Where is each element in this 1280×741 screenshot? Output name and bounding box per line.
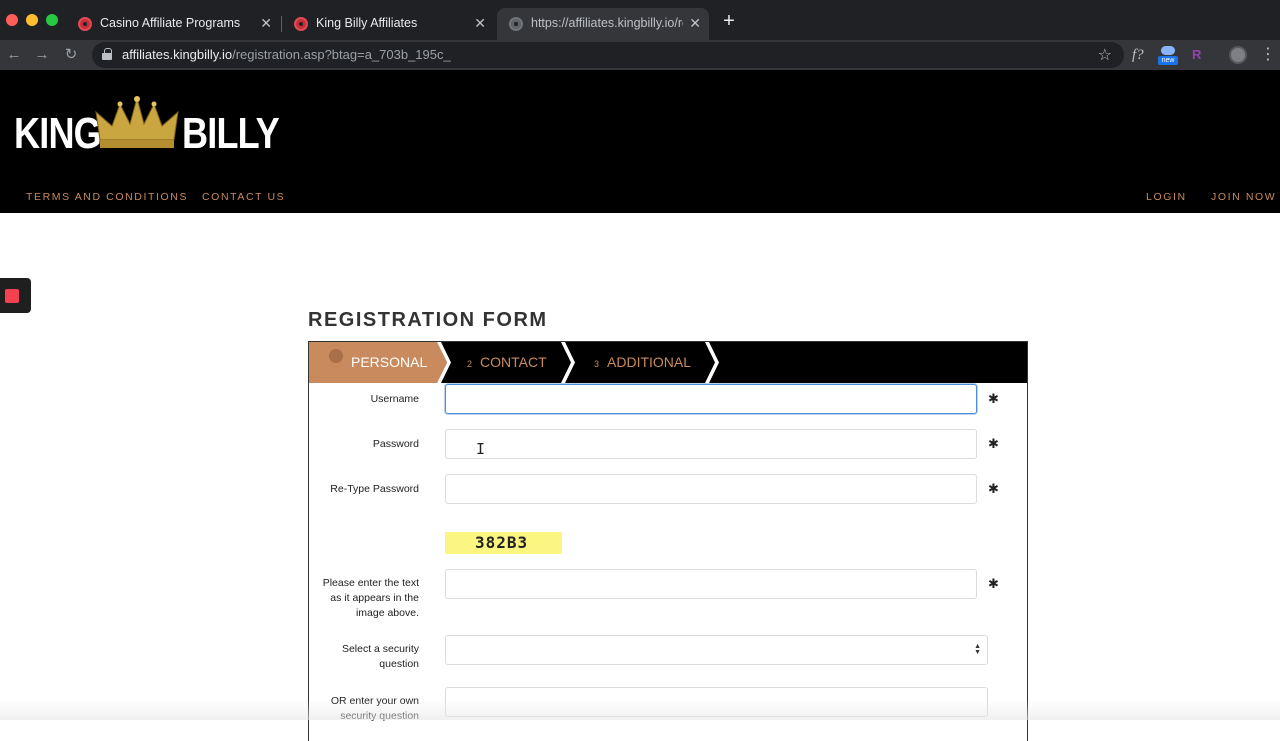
logo-text-king: KING bbox=[14, 109, 102, 158]
text-cursor-icon: I bbox=[476, 440, 486, 458]
step-contact[interactable]: 2 CONTACT bbox=[467, 342, 547, 383]
cloud-extension-icon[interactable]: new bbox=[1158, 44, 1180, 66]
step-label: PERSONAL bbox=[351, 354, 428, 370]
chevron-right-icon bbox=[561, 342, 575, 383]
profile-avatar[interactable] bbox=[1229, 46, 1247, 64]
select-arrows-icon: ▲ ▼ bbox=[974, 643, 981, 656]
captcha-image: 382B3 bbox=[445, 532, 562, 554]
close-tab-icon[interactable]: ✕ bbox=[689, 15, 701, 32]
retype-password-label: Re-Type Password bbox=[330, 483, 419, 495]
browser-tab-strip: Casino Affiliate Programs ✕ King Billy A… bbox=[0, 0, 1280, 40]
tab-title: https://affiliates.kingbilly.io/reg bbox=[531, 16, 683, 30]
captcha-input[interactable] bbox=[445, 569, 977, 599]
site-favicon-icon bbox=[294, 17, 308, 31]
contact-link[interactable]: CONTACT US bbox=[202, 191, 285, 203]
close-tab-icon[interactable]: ✕ bbox=[474, 15, 486, 32]
page-fade bbox=[0, 700, 1280, 720]
username-label: Username bbox=[370, 393, 419, 405]
close-tab-icon[interactable]: ✕ bbox=[260, 15, 272, 32]
step-number: 2 bbox=[467, 359, 473, 369]
security-question-select[interactable]: ▲ ▼ bbox=[445, 635, 988, 665]
lock-icon bbox=[102, 48, 112, 61]
terms-link[interactable]: TERMS AND CONDITIONS bbox=[26, 191, 188, 203]
captcha-label: Please enter the text as it appears in t… bbox=[322, 577, 419, 619]
loading-favicon-icon bbox=[509, 17, 523, 31]
step-number: 3 bbox=[594, 359, 600, 369]
required-marker: ✱ bbox=[988, 576, 999, 591]
stop-recording-button[interactable] bbox=[0, 278, 31, 313]
step-personal[interactable]: 1 PERSONAL bbox=[309, 342, 441, 383]
form-steps: 1 PERSONAL 2 CONTACT 3 ADDITIONAL bbox=[309, 342, 1027, 383]
username-input[interactable] bbox=[445, 384, 977, 414]
forward-arrow-icon[interactable]: → bbox=[31, 44, 53, 66]
browser-tab-casino-affiliate[interactable]: Casino Affiliate Programs ✕ bbox=[66, 8, 280, 40]
new-tab-button[interactable]: + bbox=[718, 10, 740, 32]
url-text: affiliates.kingbilly.io/registration.asp… bbox=[122, 47, 451, 62]
password-input[interactable] bbox=[445, 429, 977, 459]
retype-password-input[interactable] bbox=[445, 474, 977, 504]
king-billy-logo[interactable]: KING BILLY bbox=[14, 96, 280, 158]
browser-menu-icon[interactable]: ⋮ bbox=[1260, 44, 1276, 66]
registration-form: 1PERSONAL 2CONTACT 3ADDITIONAL Username … bbox=[308, 341, 1028, 741]
join-now-link[interactable]: JOIN NOW bbox=[1211, 191, 1276, 203]
required-marker: ✱ bbox=[988, 436, 999, 451]
step-label: ADDITIONAL bbox=[607, 354, 692, 370]
security-question-label: Select a security question bbox=[341, 643, 419, 670]
maximize-window-button[interactable] bbox=[46, 14, 58, 26]
step-number: 1 bbox=[329, 349, 343, 363]
login-link[interactable]: LOGIN bbox=[1146, 191, 1187, 203]
crown-icon bbox=[95, 96, 179, 148]
browser-toolbar: ← → ↻ affiliates.kingbilly.io/registrati… bbox=[0, 40, 1280, 70]
site-favicon-icon bbox=[78, 17, 92, 31]
close-window-button[interactable] bbox=[6, 14, 18, 26]
bookmark-star-icon[interactable]: ☆ bbox=[1098, 45, 1112, 65]
formula-extension-icon[interactable]: f? bbox=[1132, 44, 1144, 66]
logo-text-billy: BILLY bbox=[182, 109, 280, 158]
browser-tab-active[interactable]: https://affiliates.kingbilly.io/reg ✕ bbox=[497, 8, 709, 40]
step-label: CONTACT bbox=[480, 354, 547, 370]
password-label: Password bbox=[372, 438, 419, 450]
address-bar[interactable]: affiliates.kingbilly.io/registration.asp… bbox=[92, 42, 1124, 68]
minimize-window-button[interactable] bbox=[26, 14, 38, 26]
step-additional[interactable]: 3 ADDITIONAL bbox=[594, 342, 691, 383]
back-arrow-icon[interactable]: ← bbox=[3, 44, 25, 66]
tab-title: King Billy Affiliates bbox=[316, 16, 418, 30]
chevron-right-icon bbox=[437, 342, 451, 383]
page-title: REGISTRATION FORM bbox=[308, 309, 548, 331]
tab-title: Casino Affiliate Programs bbox=[100, 16, 241, 30]
r-extension-icon[interactable]: R bbox=[1192, 44, 1201, 66]
reload-icon[interactable]: ↻ bbox=[60, 44, 82, 66]
chevron-right-icon bbox=[705, 342, 719, 383]
required-marker: ✱ bbox=[988, 391, 999, 406]
site-header: KING BILLY TERMS AND CONDITIONS CONTACT … bbox=[0, 70, 1280, 213]
browser-tab-king-billy[interactable]: King Billy Affiliates ✕ bbox=[282, 8, 494, 40]
required-marker: ✱ bbox=[988, 481, 999, 496]
